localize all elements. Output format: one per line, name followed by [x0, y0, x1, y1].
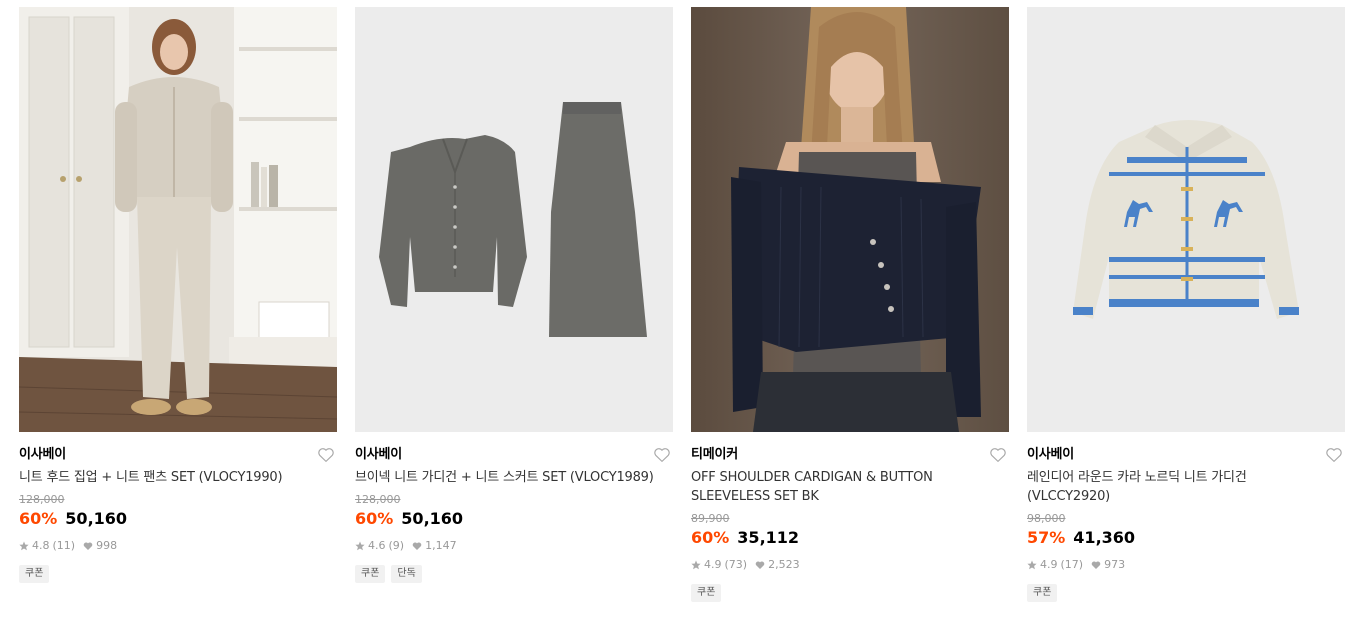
review-count: (9) [388, 539, 405, 552]
sale-price: 35,112 [737, 528, 800, 547]
like-count: 1,147 [425, 539, 457, 552]
sale-price: 50,160 [401, 509, 464, 528]
heart-filled-icon [412, 542, 422, 550]
like-count: 973 [1104, 558, 1126, 571]
review-count: (17) [1060, 558, 1084, 571]
product-info: 이사베이 니트 후드 집업 + 니트 팬츠 SET (VLOCY1990) 12… [19, 432, 337, 583]
review-meta: 4.9 (73) 2,523 [691, 558, 1009, 572]
review-count: (11) [52, 539, 76, 552]
coupon-tag: 쿠폰 [355, 565, 386, 583]
review-meta: 4.8 (11) 998 [19, 539, 337, 553]
tag-list: 쿠폰 [691, 584, 1009, 602]
price-row: 60% 50,160 [355, 508, 673, 530]
product-grid: 이사베이 니트 후드 집업 + 니트 팬츠 SET (VLOCY1990) 12… [19, 7, 1345, 602]
heart-outline-icon[interactable] [317, 446, 335, 464]
rating: 4.6 [368, 539, 386, 552]
original-price: 128,000 [355, 493, 401, 506]
product-info: 이사베이 레인디어 라운드 카라 노르딕 니트 가디건 (VLCCY2920) … [1027, 432, 1345, 602]
price-row: 60% 50,160 [19, 508, 337, 530]
review-count: (73) [724, 558, 748, 571]
product-card[interactable]: 이사베이 브이넥 니트 가디건 + 니트 스커트 SET (VLOCY1989)… [355, 7, 673, 602]
product-info: 이사베이 브이넥 니트 가디건 + 니트 스커트 SET (VLOCY1989)… [355, 432, 673, 583]
discount-rate: 57% [1027, 528, 1066, 547]
discount-rate: 60% [355, 509, 394, 528]
tag-list: 쿠폰 [1027, 584, 1345, 602]
brand-name[interactable]: 티메이커 [691, 445, 1009, 465]
star-icon [691, 560, 701, 570]
heart-filled-icon [1091, 561, 1101, 569]
product-info: 티메이커 OFF SHOULDER CARDIGAN & BUTTON SLEE… [691, 432, 1009, 602]
original-price: 128,000 [19, 493, 65, 506]
product-image[interactable] [355, 7, 673, 432]
discount-rate: 60% [691, 528, 730, 547]
price-row: 60% 35,112 [691, 527, 1009, 549]
review-meta: 4.6 (9) 1,147 [355, 539, 673, 553]
star-icon [19, 541, 29, 551]
coupon-tag: 쿠폰 [691, 584, 722, 602]
coupon-tag: 쿠폰 [19, 565, 50, 583]
original-price: 89,900 [691, 512, 730, 525]
rating: 4.9 [704, 558, 722, 571]
star-icon [355, 541, 365, 551]
tag-list: 쿠폰 [19, 565, 337, 583]
brand-name[interactable]: 이사베이 [19, 445, 337, 465]
star-icon [1027, 560, 1037, 570]
brand-name[interactable]: 이사베이 [1027, 445, 1345, 465]
rating: 4.9 [1040, 558, 1058, 571]
sale-price: 50,160 [65, 509, 128, 528]
product-image[interactable] [691, 7, 1009, 432]
like-count: 2,523 [768, 558, 800, 571]
product-card[interactable]: 이사베이 니트 후드 집업 + 니트 팬츠 SET (VLOCY1990) 12… [19, 7, 337, 602]
sale-price: 41,360 [1073, 528, 1136, 547]
product-name[interactable]: 브이넥 니트 가디건 + 니트 스커트 SET (VLOCY1989) [355, 468, 660, 487]
coupon-tag: 쿠폰 [1027, 584, 1058, 602]
review-meta: 4.9 (17) 973 [1027, 558, 1345, 572]
product-name[interactable]: 레인디어 라운드 카라 노르딕 니트 가디건 (VLCCY2920) [1027, 468, 1332, 506]
product-name[interactable]: 니트 후드 집업 + 니트 팬츠 SET (VLOCY1990) [19, 468, 324, 487]
product-image[interactable] [1027, 7, 1345, 432]
heart-filled-icon [755, 561, 765, 569]
tag-list: 쿠폰 단독 [355, 565, 673, 583]
price-row: 57% 41,360 [1027, 527, 1345, 549]
product-name[interactable]: OFF SHOULDER CARDIGAN & BUTTON SLEEVELES… [691, 468, 996, 506]
heart-filled-icon [83, 542, 93, 550]
product-card[interactable]: 티메이커 OFF SHOULDER CARDIGAN & BUTTON SLEE… [691, 7, 1009, 602]
product-card[interactable]: 이사베이 레인디어 라운드 카라 노르딕 니트 가디건 (VLCCY2920) … [1027, 7, 1345, 602]
heart-outline-icon[interactable] [1325, 446, 1343, 464]
brand-name[interactable]: 이사베이 [355, 445, 673, 465]
product-image[interactable] [19, 7, 337, 432]
discount-rate: 60% [19, 509, 58, 528]
exclusive-tag: 단독 [391, 565, 422, 583]
rating: 4.8 [32, 539, 50, 552]
heart-outline-icon[interactable] [653, 446, 671, 464]
heart-outline-icon[interactable] [989, 446, 1007, 464]
like-count: 998 [96, 539, 118, 552]
original-price: 98,000 [1027, 512, 1066, 525]
